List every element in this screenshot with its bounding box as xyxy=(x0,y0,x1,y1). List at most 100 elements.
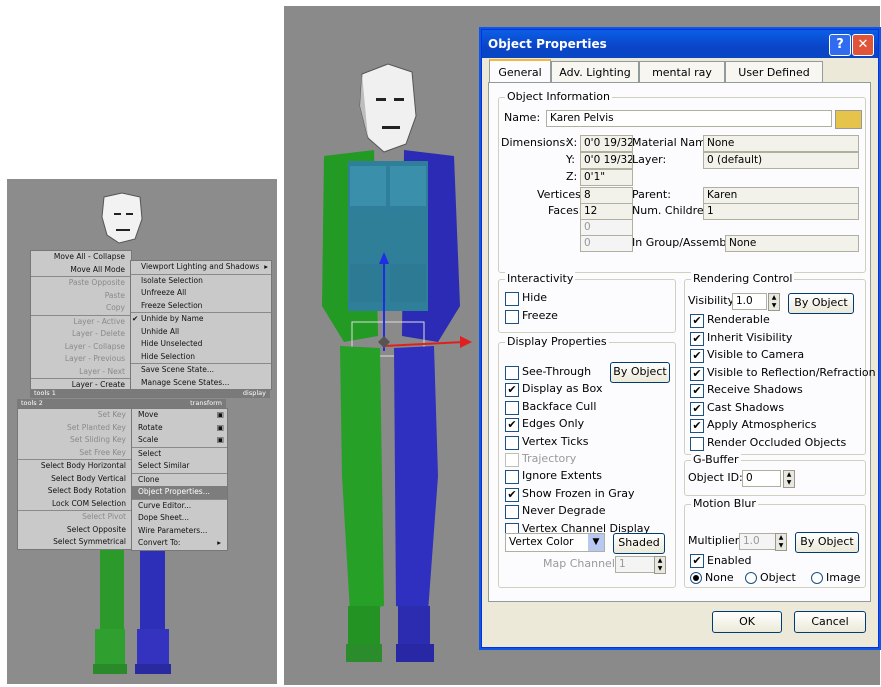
quad-menu-item[interactable]: Copy xyxy=(31,302,131,315)
quad-menu-item[interactable]: Lock COM Selection xyxy=(18,498,132,511)
quad-menu-item-label: Unfreeze All xyxy=(141,288,187,297)
vertex-color-select[interactable]: Vertex Color ▼ xyxy=(505,533,605,552)
rendering-option-checkbox[interactable]: ✔ xyxy=(690,349,704,363)
quad-menu-item[interactable]: Select Opposite xyxy=(18,524,132,537)
quad-menu-item[interactable]: Hide Unselected xyxy=(131,338,271,351)
parent-value: Karen xyxy=(703,187,859,204)
quad-menu-item[interactable]: Wire Parameters... xyxy=(132,525,227,538)
group-interactivity: Interactivity Hide Freeze xyxy=(498,272,676,333)
display-by-object-button[interactable]: By Object xyxy=(610,362,670,383)
quad-menu-item-label: Isolate Selection xyxy=(141,275,203,285)
quad-menu-item[interactable]: Rotate ▣ xyxy=(132,422,227,435)
quad-menu-item[interactable]: Select Body Horizontal xyxy=(18,459,132,473)
enabled-checkbox[interactable]: ✔ xyxy=(690,554,704,568)
display-property-checkbox[interactable]: ✔ xyxy=(505,487,519,502)
rendering-option-checkbox[interactable]: ✔ xyxy=(690,314,704,328)
close-button[interactable]: ✕ xyxy=(852,34,874,56)
quad-menu-item[interactable]: Move All - Collapse xyxy=(31,251,131,264)
quad-menu-item[interactable]: Convert To: ▸ xyxy=(132,537,227,550)
visibility-input[interactable]: 1.0 xyxy=(732,293,767,310)
quad-menu-item[interactable]: Scale ▣ xyxy=(132,434,227,447)
ok-button[interactable]: OK xyxy=(712,611,782,633)
rendering-option-checkbox[interactable]: ✔ xyxy=(690,401,704,416)
rendering-option-checkbox[interactable]: ✔ xyxy=(690,419,704,433)
quad-menu-item[interactable]: Select xyxy=(132,446,227,461)
rendering-by-object-button[interactable]: By Object xyxy=(788,293,854,314)
group-title: Motion Blur xyxy=(691,497,758,510)
quad-menu-item[interactable]: Unfreeze All xyxy=(131,287,271,300)
quad-menu-item[interactable]: Set Planted Key xyxy=(18,422,132,435)
quad-menu-item[interactable]: Set Sliding Key xyxy=(18,434,132,447)
display-property-checkbox[interactable] xyxy=(505,435,519,450)
help-button[interactable]: ? xyxy=(829,34,851,56)
quad-menu-item[interactable]: Isolate Selection xyxy=(131,273,271,288)
quad-menu-item[interactable]: Layer - Next xyxy=(31,366,131,379)
quad-menu-item[interactable]: Layer - Previous xyxy=(31,353,131,366)
quad-menu-item[interactable]: Select Symmetrical xyxy=(18,536,132,549)
quad-menu-item[interactable]: Layer - Active xyxy=(31,314,131,329)
quad-menu-item[interactable]: Select Similar xyxy=(132,460,227,473)
quad-menu-item[interactable]: Set Key xyxy=(18,409,132,422)
display-property-checkbox[interactable]: ✔ xyxy=(505,418,519,433)
display-property-checkbox[interactable] xyxy=(505,400,519,415)
quad-menu-item[interactable]: Freeze Selection xyxy=(131,300,271,313)
rendering-option-checkbox[interactable]: ✔ xyxy=(690,331,704,346)
display-property-checkbox[interactable]: ✔ xyxy=(505,383,519,398)
quad-menu-item[interactable]: Hide Selection xyxy=(131,351,271,364)
quad-menu-item[interactable]: Select Pivot xyxy=(18,510,132,524)
visibility-spinner[interactable]: ▲ ▼ xyxy=(768,293,780,311)
display-property-checkbox[interactable] xyxy=(505,505,519,520)
multiplier-input[interactable]: 1.0 xyxy=(739,533,776,550)
quad-menu-item[interactable]: Move ▣ xyxy=(132,409,227,422)
tab-adv-lighting[interactable]: Adv. Lighting xyxy=(551,61,639,83)
quad-menu-item[interactable]: Clone xyxy=(132,472,227,487)
rendering-option-checkbox[interactable]: ✔ xyxy=(690,366,704,381)
display-property-checkbox[interactable] xyxy=(505,366,519,380)
motion-blur-radio[interactable] xyxy=(690,572,702,584)
map-channel-value[interactable]: 1 xyxy=(615,556,655,573)
multiplier-spinner[interactable]: ▲ ▼ xyxy=(775,533,787,551)
quad-menu-item[interactable]: Select Body Vertical xyxy=(18,473,132,486)
dialog-titlebar[interactable]: Object Properties ? ✕ xyxy=(482,30,878,58)
blank-value-1: 0 xyxy=(580,219,633,236)
quad-menu-item[interactable]: Paste Opposite xyxy=(31,276,131,290)
quad-menu-item[interactable]: Object Properties... xyxy=(132,486,227,499)
interactivity-checkbox[interactable] xyxy=(505,310,519,324)
in-group-label: In Group/Assembly: xyxy=(632,236,739,249)
quad-menu-item[interactable]: Save Scene State... xyxy=(131,363,271,377)
quad-menu-item[interactable]: Viewport Lighting and Shadows ▸ xyxy=(131,261,271,274)
group-title: Interactivity xyxy=(505,272,576,285)
object-id-spinner[interactable]: ▲ ▼ xyxy=(783,470,795,488)
quad-menu-tools1-left: Move All - Collapse Move All Mode Paste Op… xyxy=(30,250,132,393)
shaded-button[interactable]: Shaded xyxy=(613,533,665,554)
map-channel-spinner[interactable]: ▲ ▼ xyxy=(654,556,666,574)
display-property-checkbox[interactable] xyxy=(505,453,519,467)
quad-menu-item[interactable]: Layer - Delete xyxy=(31,328,131,341)
motion-blur-radio[interactable] xyxy=(811,572,823,584)
tab-mental-ray[interactable]: mental ray xyxy=(639,61,725,83)
quad-menu-item[interactable]: Curve Editor... xyxy=(132,498,227,513)
rendering-option-checkbox[interactable]: ✔ xyxy=(690,384,704,398)
map-channel-label: Map Channel: xyxy=(543,557,619,570)
name-input[interactable]: Karen Pelvis xyxy=(546,110,832,127)
quad-menu-item[interactable]: Dope Sheet... xyxy=(132,512,227,525)
chevron-down-icon[interactable]: ▼ xyxy=(588,534,604,551)
motion-blur-radio[interactable] xyxy=(745,572,757,584)
rendering-option-checkbox[interactable] xyxy=(690,436,704,451)
quad-menu-item[interactable]: Unhide All xyxy=(131,326,271,339)
object-id-input[interactable]: 0 xyxy=(742,470,781,487)
quad-menu-item[interactable]: Paste xyxy=(31,290,131,303)
interactivity-checkbox[interactable] xyxy=(505,292,519,306)
quad-menu-item[interactable]: Move All Mode xyxy=(31,264,131,277)
object-color-swatch[interactable] xyxy=(835,110,862,129)
motion-blur-by-object-button[interactable]: By Object xyxy=(795,532,859,553)
quad-menu-item[interactable]: Select Body Rotation xyxy=(18,485,132,498)
quad-menu-item[interactable]: Layer - Collapse xyxy=(31,341,131,354)
quad-menu-item[interactable]: Unhide by Name ✔ xyxy=(131,312,271,326)
quad-menu-item[interactable]: Set Free Key xyxy=(18,447,132,460)
cancel-button[interactable]: Cancel xyxy=(794,611,866,633)
display-property-checkbox[interactable] xyxy=(505,470,519,485)
quad-menu-item[interactable]: Manage Scene States... xyxy=(131,377,271,390)
quad-menu-item-label: Save Scene State... xyxy=(141,365,215,374)
tab-user-defined[interactable]: User Defined xyxy=(725,61,823,83)
